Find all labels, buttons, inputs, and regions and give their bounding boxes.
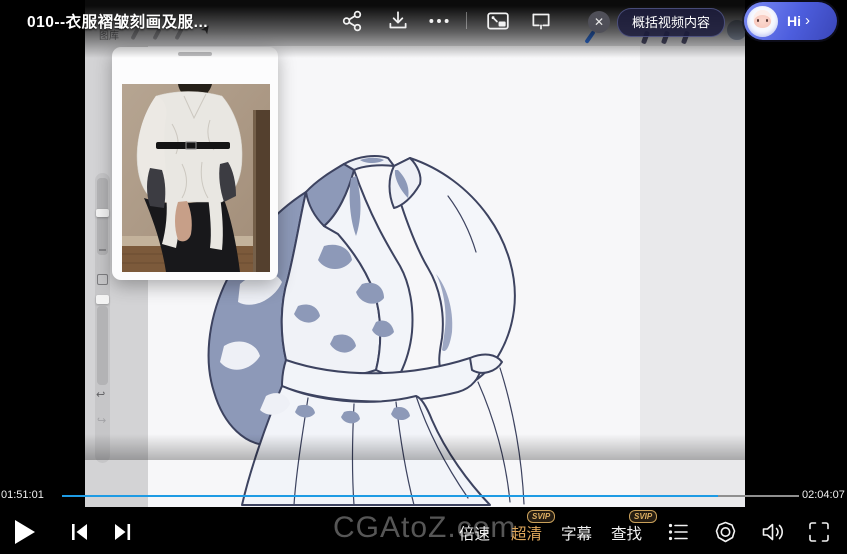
speed-button[interactable]: 倍速 [459,522,490,544]
app-sidebar: ↩ ↪ [95,173,110,463]
video-display-area[interactable]: 图库 ➤ [85,0,745,507]
slider-tick [99,249,106,251]
svip-badge[interactable]: SVIP [527,510,555,523]
more-icon[interactable] [427,9,451,33]
fullscreen-icon[interactable] [807,520,831,544]
close-icon[interactable]: ✕ [588,11,610,33]
progress-bar-filled[interactable] [62,495,718,497]
quality-button[interactable]: 超清 [511,522,542,544]
next-icon[interactable] [110,521,134,543]
settings-icon[interactable] [713,520,738,544]
previous-icon[interactable] [68,521,92,543]
video-title: 010--衣服褶皱刻画及服... [27,10,208,32]
redo-icon: ↪ [97,414,106,427]
summarize-video-button[interactable]: 概括视频内容 [617,8,725,37]
find-button[interactable]: 查找 [611,522,642,544]
assistant-avatar [747,6,778,37]
download-icon[interactable] [386,9,410,33]
slider-handle [96,209,109,217]
player-window: 图库 ➤ [0,0,847,554]
total-time: 02:04:07 [802,489,845,501]
progress-bar-remaining[interactable] [718,495,799,497]
toolbar-divider [466,12,467,29]
share-icon[interactable] [340,9,364,33]
assistant-greeting: Hi [787,13,801,29]
current-time: 01:51:01 [1,489,44,501]
reference-photo [122,84,270,272]
chevron-right-icon: › [805,12,810,29]
play-icon[interactable] [14,519,36,545]
pip-icon[interactable] [486,9,510,33]
playlist-icon[interactable] [666,520,691,544]
cast-icon[interactable] [529,9,553,33]
modify-button-icon [97,274,108,285]
slider-handle [96,295,109,304]
svip-badge[interactable]: SVIP [629,510,657,523]
subtitles-button[interactable]: 字幕 [561,522,592,544]
reference-photo-panel [112,47,278,280]
video-bottom-shade [85,434,745,460]
undo-icon: ↩ [96,388,105,401]
opacity-slider [97,306,108,385]
volume-icon[interactable] [760,520,786,544]
ai-assistant-button[interactable]: Hi › [744,2,837,40]
